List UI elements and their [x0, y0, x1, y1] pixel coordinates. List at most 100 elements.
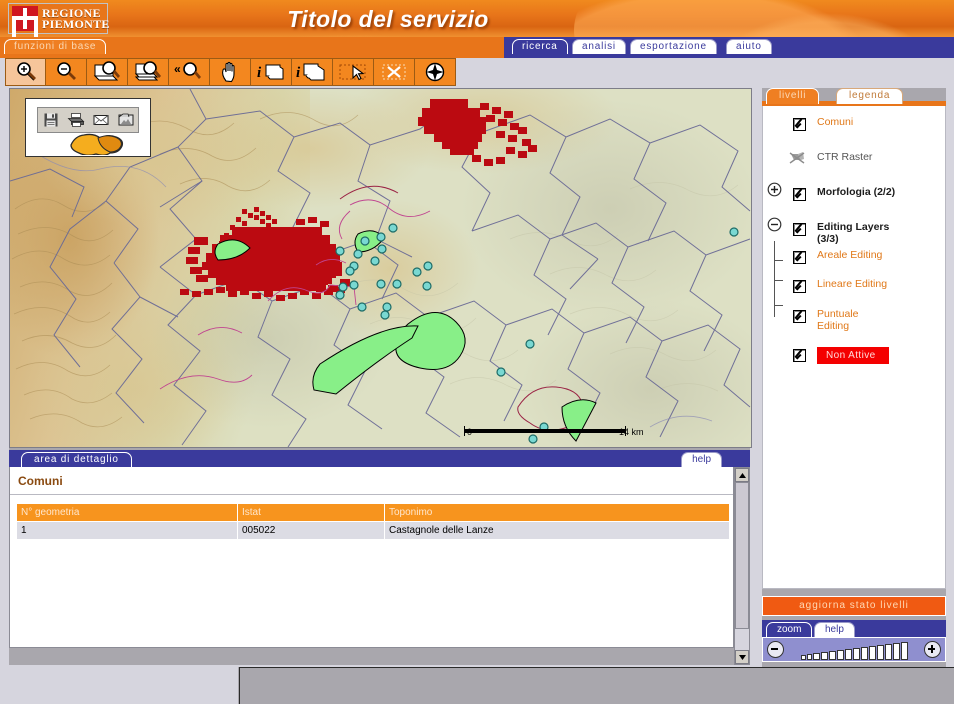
tab-area-di-dettaglio[interactable]: area di dettaglio: [21, 452, 132, 467]
zoom-in-tool[interactable]: [5, 58, 46, 86]
layer-item-puntuale-editing[interactable]: Puntuale Editing: [763, 305, 945, 335]
zoom-step[interactable]: [828, 650, 836, 660]
zoom-step[interactable]: [800, 654, 806, 660]
layer-checkbox-editing-layers[interactable]: [793, 223, 806, 236]
zoom-step[interactable]: [806, 653, 812, 660]
application-window: REGIONE PIEMONTE Titolo del servizio fun…: [0, 0, 954, 704]
app-header: REGIONE PIEMONTE Titolo del servizio: [0, 0, 954, 37]
map-viewport[interactable]: 0 14 km: [9, 88, 752, 448]
layer-item-areale-editing[interactable]: Areale Editing: [763, 247, 945, 275]
cell-geometria: 1: [16, 521, 238, 540]
layer-checkbox-morfologia[interactable]: [793, 188, 806, 201]
zoom-previous-tool[interactable]: «: [169, 58, 210, 86]
column-header-geometria[interactable]: N° geometria: [16, 503, 238, 522]
column-header-toponimo[interactable]: Toponimo: [384, 503, 730, 522]
zoom-step[interactable]: [876, 644, 884, 660]
layer-item-lineare-editing[interactable]: Lineare Editing: [763, 275, 945, 305]
cell-istat: 005022: [237, 521, 385, 540]
status-bar-right: [239, 667, 954, 704]
mail-map-button[interactable]: [88, 109, 113, 131]
svg-text:i: i: [296, 65, 301, 81]
export-image-button[interactable]: [113, 109, 138, 131]
layer-item-comuni[interactable]: Comuni: [763, 112, 945, 142]
zoom-step[interactable]: [900, 641, 908, 660]
tab-esportazione[interactable]: esportazione: [630, 39, 717, 54]
table-header-row: N° geometria Istat Toponimo: [16, 503, 730, 522]
layer-checkbox-puntuale-editing[interactable]: [793, 310, 806, 323]
detail-section-title: Comuni: [10, 467, 733, 495]
select-box-tool[interactable]: [333, 58, 374, 86]
zoom-slider-track[interactable]: [787, 640, 921, 660]
zoom-in-button[interactable]: [924, 641, 941, 658]
layer-item-ctr-raster[interactable]: CTR Raster: [763, 142, 945, 177]
logo-line-2: PIEMONTE: [42, 16, 110, 31]
detail-help-tab[interactable]: help: [681, 452, 722, 467]
tab-zoom[interactable]: zoom: [766, 622, 813, 637]
clear-selection-tool[interactable]: [374, 58, 415, 86]
expand-plus-icon[interactable]: [767, 182, 782, 197]
layer-item-morfologia[interactable]: Morfologia (2/2): [763, 177, 945, 212]
detail-scrollbar[interactable]: [734, 467, 750, 665]
zoom-step[interactable]: [836, 649, 844, 660]
layer-label-comuni: Comuni: [817, 116, 854, 128]
map-scale-bar: 0 14 km: [457, 425, 672, 439]
identify-multi-tool[interactable]: i: [292, 58, 333, 86]
column-header-istat[interactable]: Istat: [237, 503, 385, 522]
tab-aiuto[interactable]: aiuto: [726, 39, 772, 54]
layer-checkbox-comuni[interactable]: [793, 118, 806, 131]
layer-label-morfologia: Morfologia (2/2): [817, 186, 896, 198]
cell-toponimo: Castagnole delle Lanze: [384, 521, 730, 540]
scale-end-label: 14 km: [619, 427, 644, 437]
zoom-slider[interactable]: [762, 637, 946, 662]
scroll-up-arrow[interactable]: [735, 468, 749, 482]
zoom-step[interactable]: [812, 652, 820, 660]
layers-panel-tabs: livelli legenda: [762, 88, 946, 106]
scroll-thumb[interactable]: [735, 482, 749, 629]
status-badge[interactable]: Non Attive: [817, 347, 889, 364]
piemonte-shape-icon: [70, 133, 124, 155]
pan-tool[interactable]: [210, 58, 251, 86]
update-layers-button[interactable]: aggiorna stato livelli: [762, 596, 946, 616]
zoom-out-tool[interactable]: [46, 58, 87, 86]
compass-tool[interactable]: [415, 58, 456, 86]
zoom-out-button[interactable]: [767, 641, 784, 658]
tab-funzioni-di-base[interactable]: funzioni di base: [4, 39, 107, 54]
layer-label-ctr-raster: CTR Raster: [817, 151, 873, 163]
layer-checkbox-areale-editing[interactable]: [793, 251, 806, 264]
zoom-to-layer-tool[interactable]: [128, 58, 169, 86]
identify-tool[interactable]: i: [251, 58, 292, 86]
map-toolbar: « i i: [5, 58, 456, 86]
zoom-help-tab[interactable]: help: [814, 622, 855, 637]
right-gutter: [946, 88, 954, 667]
left-gutter: [0, 88, 9, 667]
layer-checkbox-lineare-editing[interactable]: [793, 280, 806, 293]
table-row[interactable]: 1 005022 Castagnole delle Lanze: [16, 521, 730, 540]
zoom-step[interactable]: [844, 648, 852, 660]
scroll-down-arrow[interactable]: [735, 650, 749, 664]
tab-ricerca[interactable]: ricerca: [512, 39, 568, 54]
status-bar-left: [0, 667, 238, 704]
zoom-step[interactable]: [868, 645, 876, 660]
zoom-step[interactable]: [884, 643, 892, 660]
tab-legenda[interactable]: legenda: [836, 88, 904, 104]
print-map-button[interactable]: [63, 109, 88, 131]
tab-livelli[interactable]: livelli: [766, 88, 820, 104]
layer-item-non-attive[interactable]: Non Attive: [763, 335, 945, 373]
zoom-to-extent-tool[interactable]: [87, 58, 128, 86]
collapse-minus-icon[interactable]: [767, 217, 782, 232]
zoom-step[interactable]: [860, 646, 868, 660]
layers-panel: livelli legenda Comuni CTR Raster Morfol…: [762, 88, 946, 662]
layer-label-puntuale-editing: Puntuale Editing: [817, 308, 859, 332]
tab-analisi[interactable]: analisi: [572, 39, 626, 54]
zoom-step[interactable]: [852, 647, 860, 660]
logo-text: REGIONE PIEMONTE: [42, 7, 110, 31]
zoom-step[interactable]: [892, 642, 900, 660]
zoom-step[interactable]: [820, 651, 828, 660]
regione-piemonte-logo: REGIONE PIEMONTE: [8, 3, 110, 34]
layer-checkbox-non-attive[interactable]: [793, 349, 806, 362]
detail-body: Comuni N° geometria Istat Toponimo 1 005…: [9, 467, 734, 648]
scale-start-label: 0: [467, 427, 473, 437]
layer-label-areale-editing: Areale Editing: [817, 249, 883, 261]
layer-item-editing-layers[interactable]: Editing Layers (3/3): [763, 212, 945, 247]
save-map-button[interactable]: [38, 109, 63, 131]
